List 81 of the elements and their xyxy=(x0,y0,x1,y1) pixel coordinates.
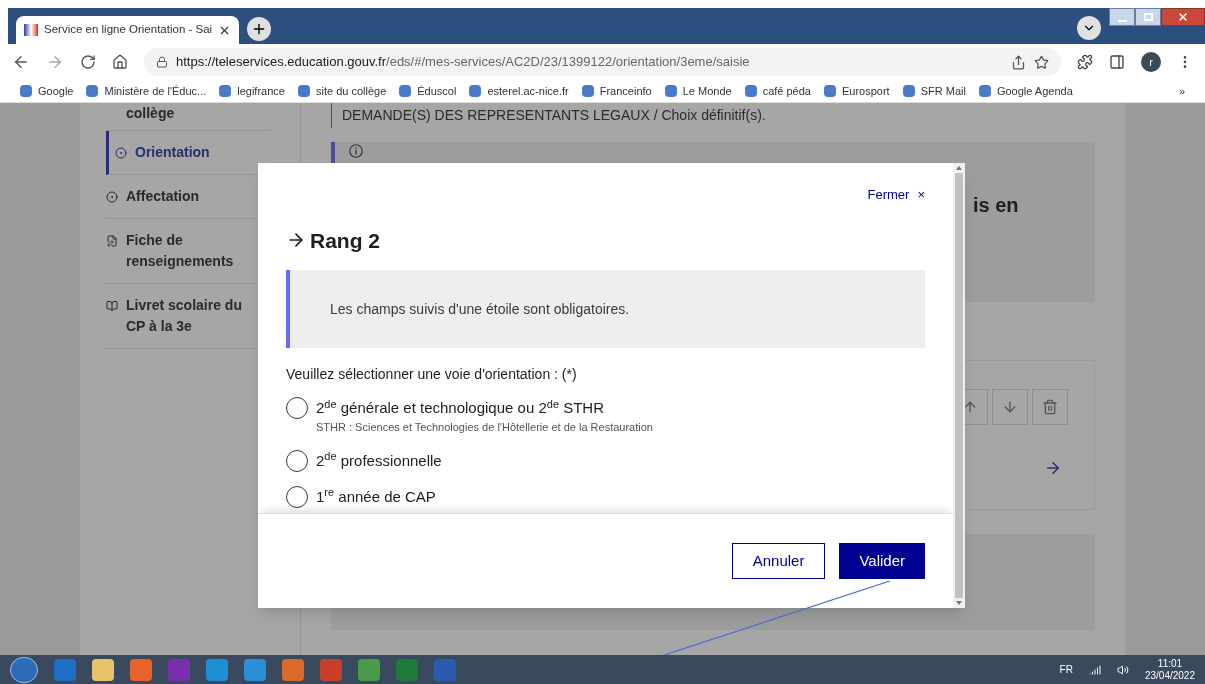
star-icon[interactable] xyxy=(1034,54,1049,70)
scroll-down-icon[interactable] xyxy=(956,601,962,605)
validate-button[interactable]: Valider xyxy=(839,543,925,579)
option-label[interactable]: 2$^{de}$ générale et technologique ou 2$^{de}$ STHR xyxy=(316,397,653,419)
option-label[interactable]: 1$^{re}$ année de CAP xyxy=(316,485,436,508)
bookmark[interactable]: Ministère de l'Éduc... xyxy=(86,82,207,100)
bookmark[interactable]: site du collège xyxy=(297,82,387,100)
favicon-icon xyxy=(86,85,99,97)
browser-tab[interactable]: Service en ligne Orientation - Sai xyxy=(16,16,240,44)
book-icon xyxy=(106,300,118,312)
window-close-button[interactable] xyxy=(1161,8,1205,26)
maximize-button[interactable] xyxy=(1135,8,1161,26)
more-bookmarks[interactable]: » xyxy=(1178,82,1185,100)
taskbar-app-icon[interactable] xyxy=(130,658,152,681)
favicon-icon xyxy=(824,85,836,97)
favicon-icon xyxy=(744,85,757,97)
target-icon xyxy=(115,147,127,159)
bookmark[interactable]: Google xyxy=(20,82,74,100)
notice-fragment: is en xyxy=(973,193,1019,218)
edit-icon xyxy=(106,235,118,247)
arrow-right-icon[interactable] xyxy=(1044,459,1062,477)
lock-icon xyxy=(156,56,168,68)
bookmark[interactable]: Franceinfo xyxy=(581,82,652,100)
new-tab-button[interactable] xyxy=(247,17,272,41)
taskbar-app-icon[interactable] xyxy=(92,658,114,681)
bookmark[interactable]: Google Agenda xyxy=(978,82,1073,100)
arrow-down-icon xyxy=(1002,399,1018,415)
taskbar-app-icon[interactable] xyxy=(244,658,266,681)
favicon-icon xyxy=(664,85,677,97)
start-button[interactable] xyxy=(10,656,38,683)
close-icon xyxy=(1177,11,1189,23)
modal-title: Rang 2 xyxy=(310,227,380,254)
reload-icon[interactable] xyxy=(80,54,96,70)
delete-button[interactable] xyxy=(1032,389,1068,425)
share-icon[interactable] xyxy=(1011,54,1026,70)
volume-icon[interactable] xyxy=(1116,663,1129,676)
callout-text: Les champs suivis d'une étoile sont obligatoires. xyxy=(330,299,630,319)
favicon-icon xyxy=(399,85,412,97)
taskbar-app-icon[interactable] xyxy=(206,658,228,681)
bookmark[interactable]: café péda xyxy=(744,82,811,100)
favicon-icon xyxy=(219,85,232,97)
side-panel-icon[interactable] xyxy=(1109,54,1125,70)
bookmark[interactable]: esterel.ac-nice.fr xyxy=(469,82,569,100)
url-text: https://teleservices.education.gouv.fr/eds/#/mes-services/AC2D/23/1399122/orientation/3eme/saisie xyxy=(176,53,750,72)
target-icon xyxy=(106,191,118,203)
favicon-icon xyxy=(297,85,310,97)
clock[interactable]: 11:01 23/04/2022 xyxy=(1144,657,1195,682)
profile-avatar[interactable]: r xyxy=(1141,52,1161,72)
option-hint: STHR : Sciences et Technologies de l'Hôtellerie et de la Restauration xyxy=(316,420,653,435)
info-icon xyxy=(349,144,363,158)
scroll-up-icon[interactable] xyxy=(956,166,962,170)
section-heading: DEMANDE(S) DES REPRESENTANTS LEGAUX / Choix définitif(s). xyxy=(331,103,1095,128)
sidebar-item[interactable]: collège xyxy=(106,103,270,131)
taskbar-app-icon[interactable] xyxy=(358,658,380,681)
bookmark[interactable]: legifrance xyxy=(219,82,285,100)
home-icon[interactable] xyxy=(112,54,128,70)
tab-title: Service en ligne Orientation - Sai xyxy=(44,22,213,38)
address-bar[interactable]: https://teleservices.education.gouv.fr/eds/#/mes-services/AC2D/23/1399122/orientation/3eme/saisie xyxy=(144,48,1061,76)
arrow-up-icon xyxy=(962,399,978,415)
favicon-icon xyxy=(902,85,915,97)
close-link[interactable]: Fermer × xyxy=(867,185,925,205)
favicon-icon xyxy=(20,85,32,97)
trash-icon xyxy=(1042,399,1058,415)
flag-icon xyxy=(24,24,38,36)
bookmark[interactable]: Éduscol xyxy=(399,82,457,100)
scrollbar[interactable] xyxy=(953,163,965,608)
option-label[interactable]: 2$^{de}$ professionnelle xyxy=(316,449,442,472)
taskbar-app-icon[interactable] xyxy=(282,658,304,681)
bookmark[interactable]: Le Monde xyxy=(664,82,732,100)
extensions-icon[interactable] xyxy=(1077,54,1093,70)
language-indicator[interactable]: FR xyxy=(1059,662,1073,677)
tab-search-button[interactable] xyxy=(1077,16,1101,40)
favicon-icon xyxy=(469,85,482,97)
question-label: Veuillez sélectionner une voie d'orientation : (*) xyxy=(286,365,578,384)
bookmark[interactable]: SFR Mail xyxy=(902,82,966,100)
bookmark[interactable]: Eurosport xyxy=(824,82,890,100)
favicon-icon xyxy=(978,85,991,97)
favicon-icon xyxy=(581,85,594,97)
minimize-button[interactable] xyxy=(1109,8,1135,26)
cancel-button[interactable]: Annuler xyxy=(731,543,826,579)
back-icon[interactable] xyxy=(12,53,30,71)
